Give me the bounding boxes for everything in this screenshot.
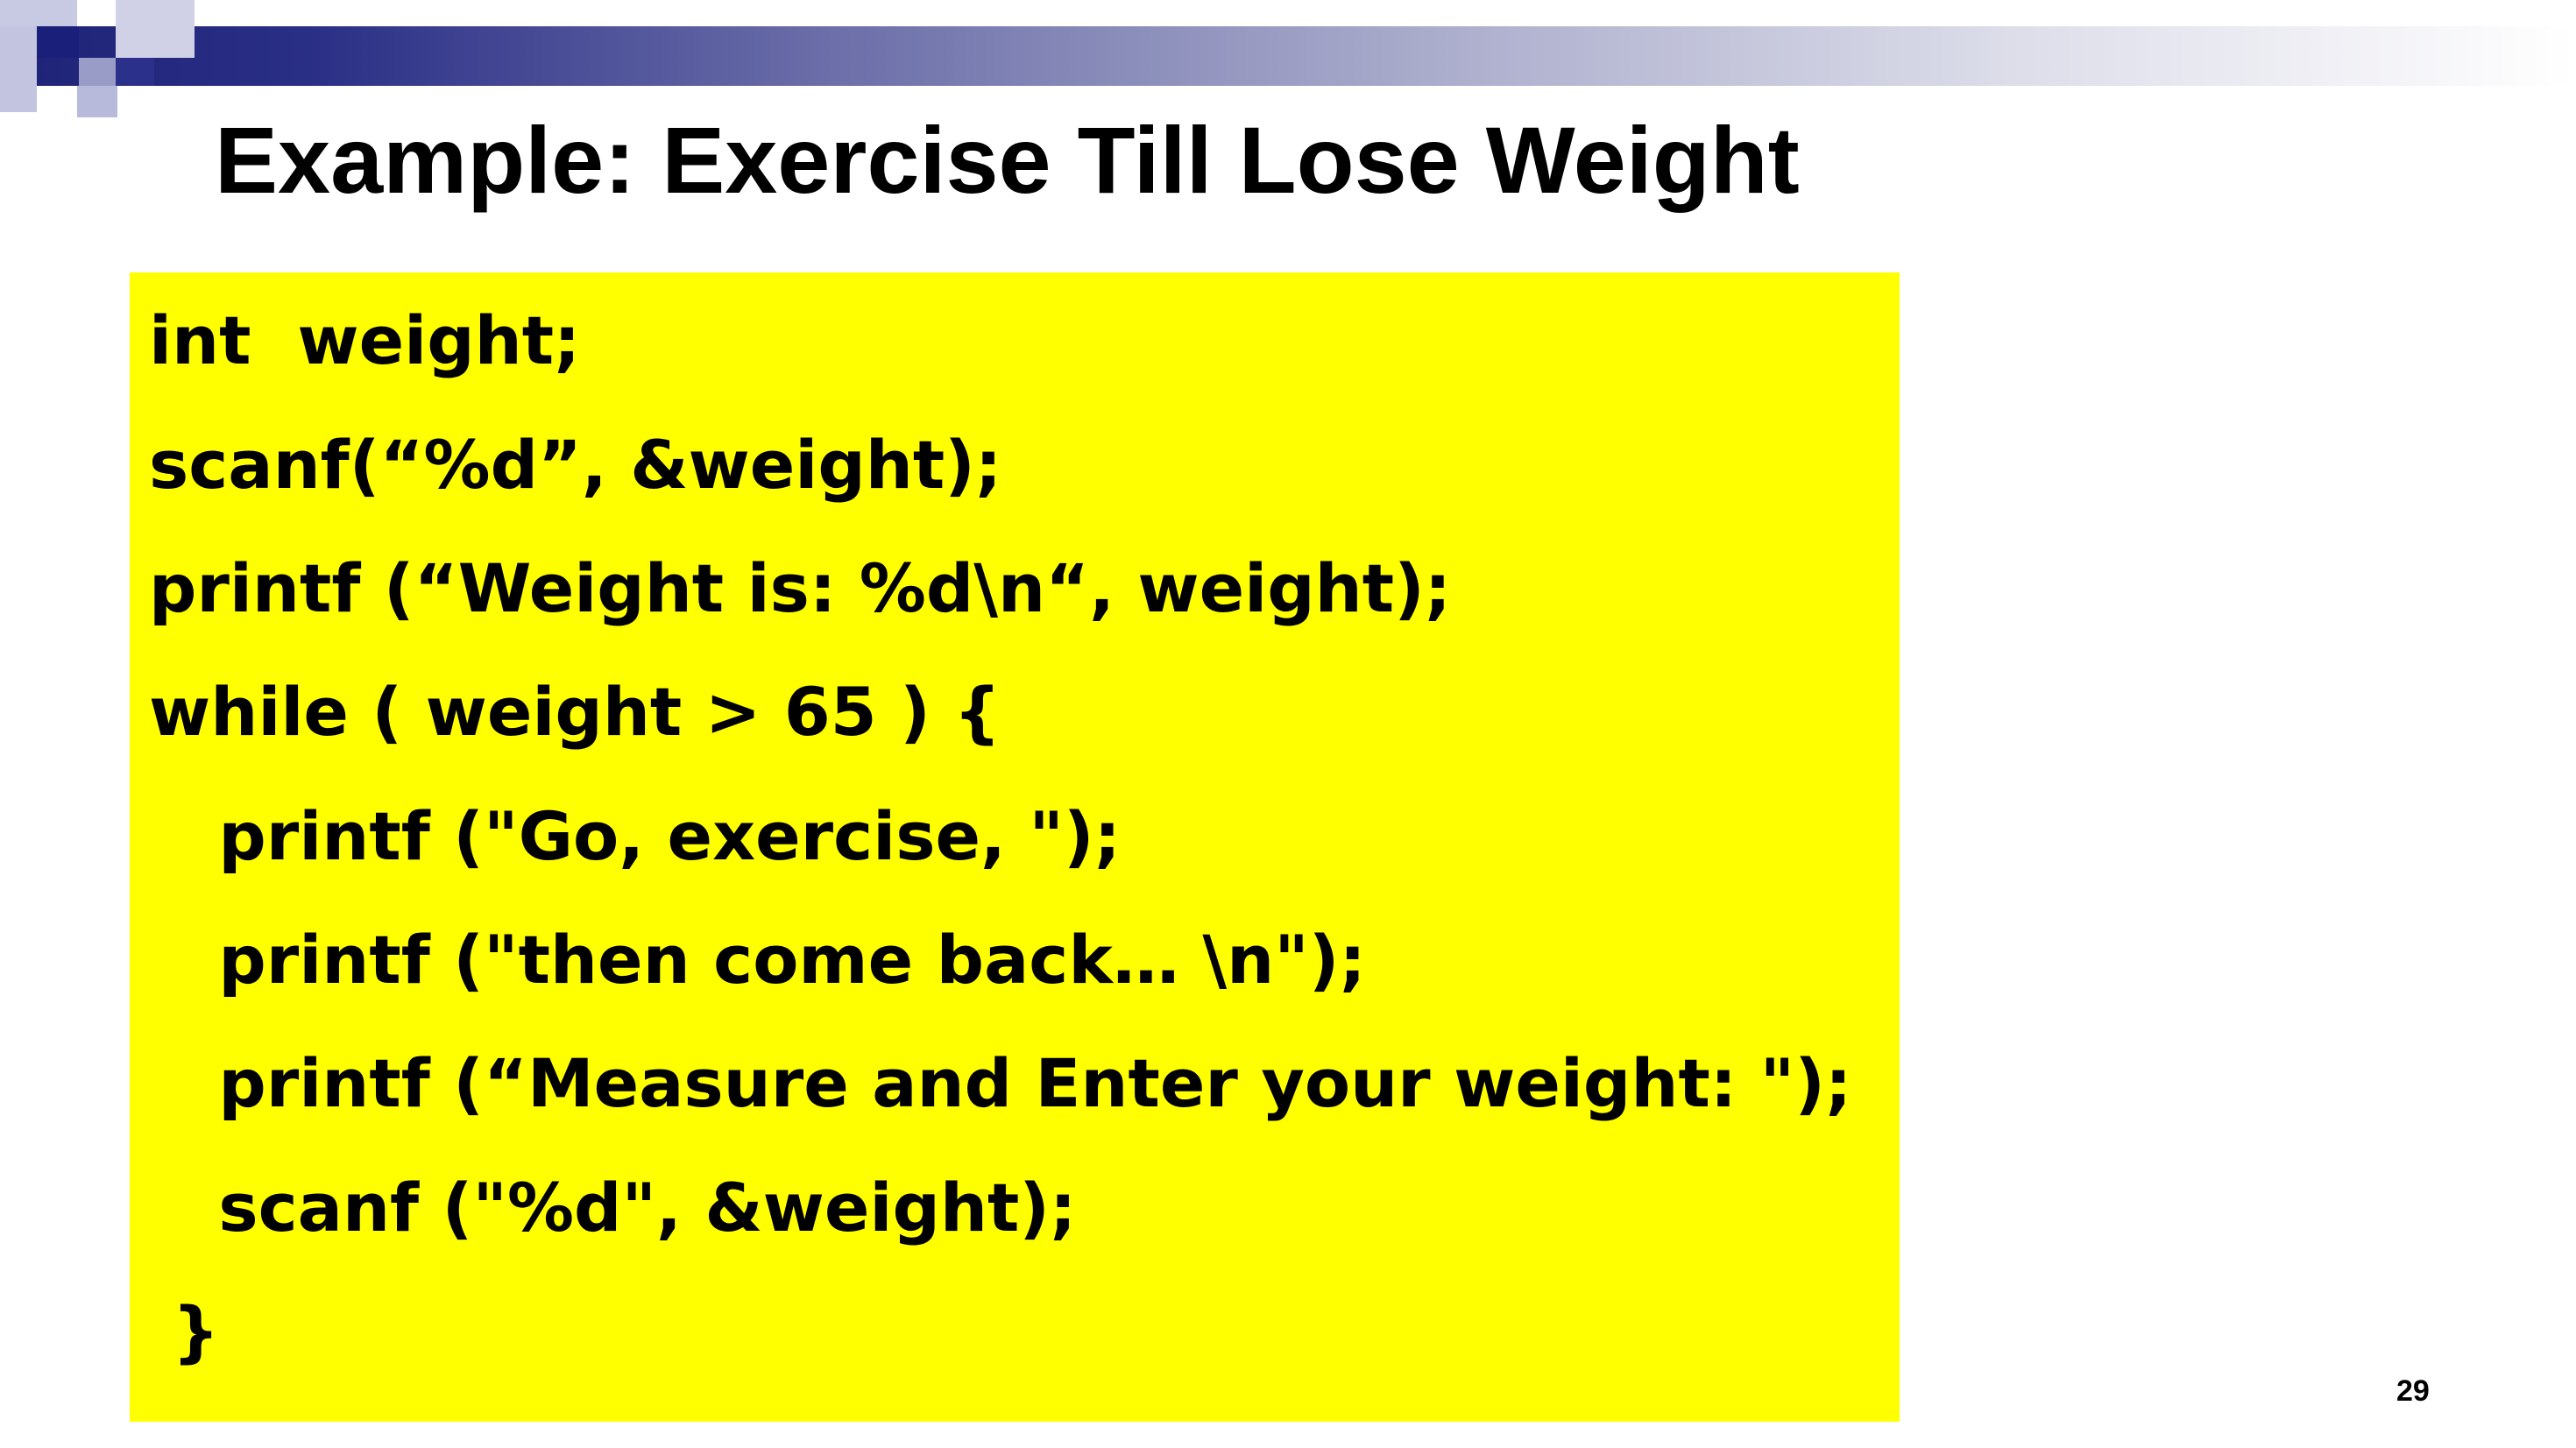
decorative-square: [0, 26, 37, 112]
code-line: printf ("Go, exercise, ");: [149, 797, 1122, 875]
decorative-square: [79, 58, 116, 86]
slide-title: Example: Exercise Till Lose Weight: [215, 107, 1800, 213]
decorative-square: [0, 0, 77, 28]
header-gradient-band: [0, 26, 2576, 86]
code-line: printf ("then come back… \n");: [149, 921, 1366, 999]
code-line: scanf ("%d", &weight);: [149, 1169, 1077, 1247]
decorative-square: [116, 58, 154, 86]
code-block: int weight; scanf(“%d”, &weight); printf…: [130, 272, 1900, 1422]
code-line: printf (“Measure and Enter your weight: …: [149, 1044, 1852, 1122]
page-number: 29: [2396, 1374, 2430, 1408]
decorative-square: [77, 86, 117, 117]
code-line: printf (“Weight is: %d\n“, weight);: [149, 549, 1452, 627]
decorative-square: [37, 26, 79, 58]
code-line: }: [149, 1292, 220, 1370]
code-line: int weight;: [149, 301, 581, 379]
code-line: while ( weight > 65 ) {: [149, 673, 1001, 751]
code-line: scanf(“%d”, &weight);: [149, 426, 1002, 504]
decorative-square: [116, 0, 195, 58]
